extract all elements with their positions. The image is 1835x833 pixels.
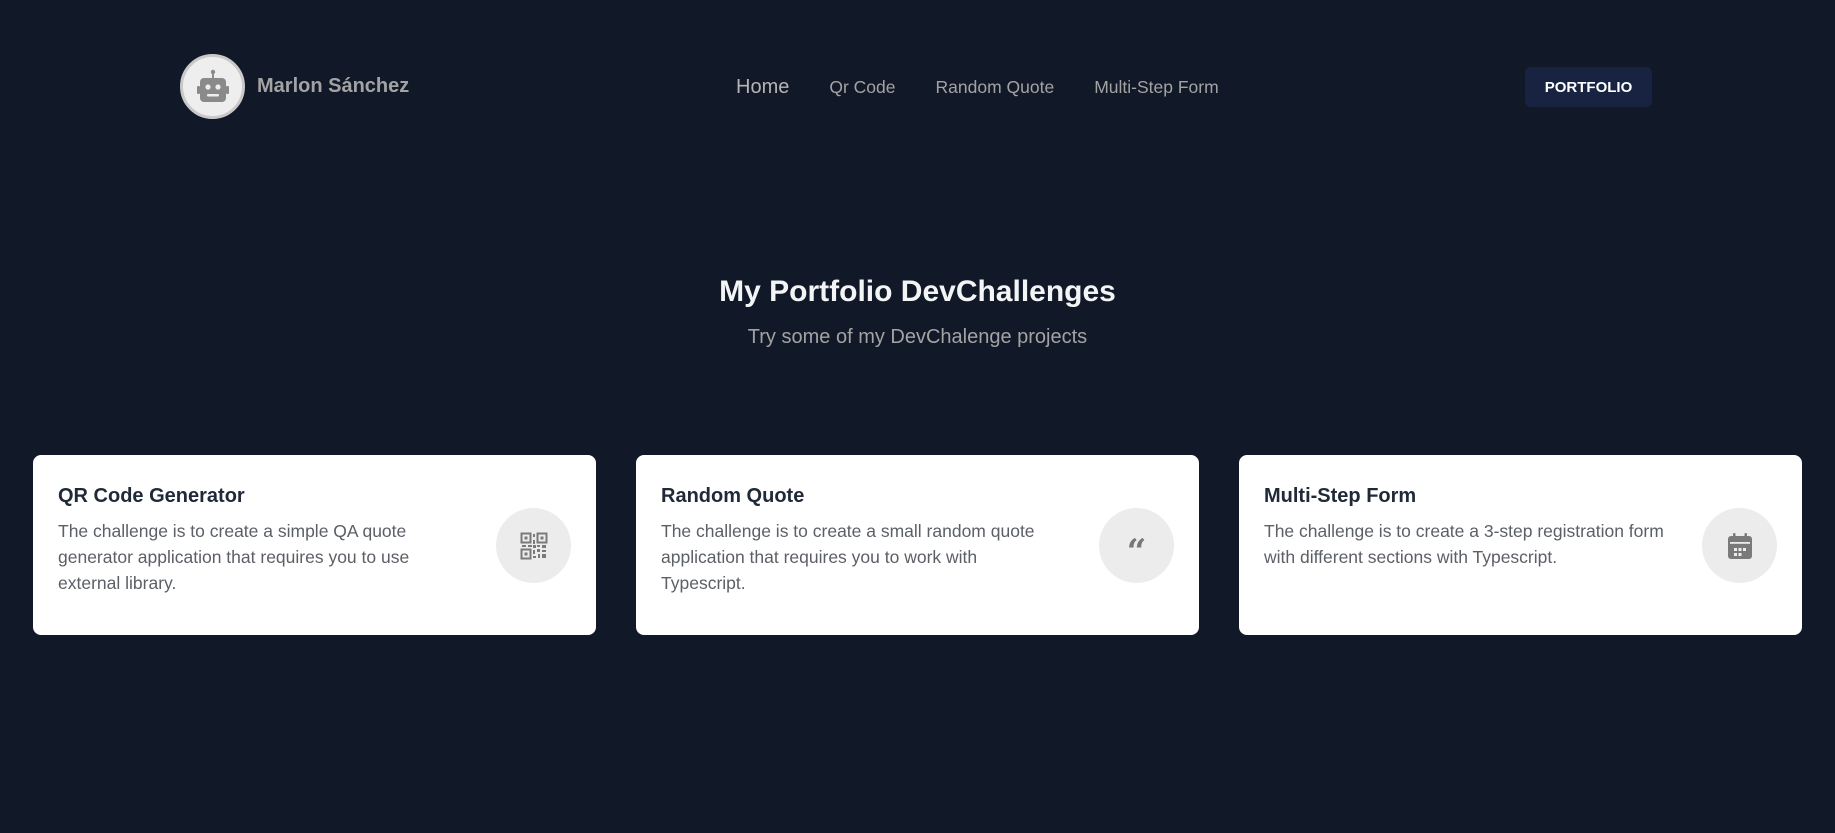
brand-name: Marlon Sánchez [257,75,410,97]
card-description: The challenge is to create a small rando… [661,521,1035,593]
page-title: My Portfolio DevChallenges [719,275,1116,308]
card-title: Multi-Step Form [1264,485,1417,507]
qr-code-icon [520,532,547,559]
main-nav: Home Qr Code Random Quote Multi-Step For… [736,76,1259,98]
card-title: Random Quote [661,485,805,507]
card-text: Multi-Step Form The challenge is to crea… [1264,484,1669,570]
card-description: The challenge is to create a simple QA q… [58,521,410,593]
card-text: QR Code Generator The challenge is to cr… [58,484,463,596]
card-title: QR Code Generator [58,485,245,507]
nav-link-qr-code[interactable]: Qr Code [829,76,895,98]
nav-link-random-quote[interactable]: Random Quote [936,76,1055,98]
brand-link[interactable]: Marlon Sánchez [180,54,409,119]
quote-icon: “ [1126,531,1147,572]
card-icon-badge: “ [1099,508,1174,583]
card-icon-badge [496,508,571,583]
nav-link-home[interactable]: Home [736,76,789,98]
card-description: The challenge is to create a 3-step regi… [1264,521,1664,567]
project-card-multi-step-form[interactable]: Multi-Step Form The challenge is to crea… [1239,455,1802,635]
project-cards: QR Code Generator The challenge is to cr… [33,455,1802,635]
portfolio-button[interactable]: PORTFOLIO [1525,67,1652,107]
card-icon-badge [1702,508,1777,583]
robot-icon [196,69,229,102]
site-header: Marlon Sánchez Home Qr Code Random Quote… [0,0,1835,175]
page-subtitle: Try some of my DevChalenge projects [747,326,1088,348]
nav-link-multi-step-form[interactable]: Multi-Step Form [1094,76,1218,98]
project-card-qr-code[interactable]: QR Code Generator The challenge is to cr… [33,455,596,635]
page: Marlon Sánchez Home Qr Code Random Quote… [0,0,1835,833]
calendar-icon [1727,532,1752,559]
project-card-random-quote[interactable]: Random Quote The challenge is to create … [636,455,1199,635]
hero-section: My Portfolio DevChallenges Try some of m… [0,272,1835,350]
card-text: Random Quote The challenge is to create … [661,484,1066,596]
avatar [180,54,245,119]
